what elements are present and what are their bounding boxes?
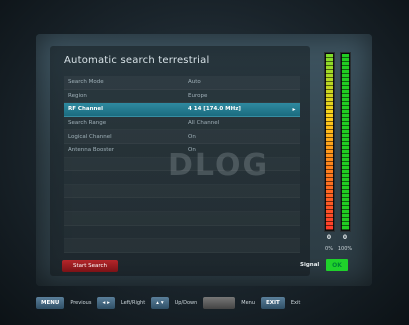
strength-value: 0 — [326, 234, 332, 241]
left-right-key-button[interactable]: ◂ ▸ — [97, 297, 115, 309]
up-down-key-button[interactable]: ▴ ▾ — [151, 297, 169, 309]
menu-row-search-mode[interactable]: Search Mode Auto — [64, 76, 300, 90]
empty-row — [64, 211, 300, 226]
menu-label: Search Mode — [68, 79, 104, 86]
key-label: Menu — [241, 300, 256, 306]
menu-value: All Channel — [188, 120, 220, 127]
menu-row-rf-channel[interactable]: RF Channel 4 14 [174.0 MHz] ▸ — [64, 103, 300, 117]
menu-key-button[interactable]: MENU — [36, 297, 65, 309]
menu-value: 4 14 [174.0 MHz] — [188, 106, 241, 113]
empty-row — [64, 239, 300, 253]
page-title: Automatic search terrestrial — [64, 55, 210, 66]
exit-key-button[interactable]: EXIT — [261, 297, 285, 309]
menu-value: Europe — [188, 92, 208, 99]
menu-icon-key-button[interactable] — [203, 297, 236, 309]
menu-value: On — [188, 133, 196, 140]
menu-label: Search Range — [68, 120, 107, 127]
meter-segments — [341, 53, 350, 231]
menu-label: RF Channel — [68, 106, 104, 113]
signal-quality-meter — [340, 52, 351, 232]
menu-row-search-range[interactable]: Search Range All Channel — [64, 117, 300, 131]
key-label: Previous — [70, 300, 92, 306]
signal-strength-meter — [324, 52, 335, 232]
signal-label: Signal — [300, 262, 320, 268]
meter-segments — [325, 53, 334, 231]
menu-row-logical-channel[interactable]: Logical Channel On — [64, 130, 300, 144]
quality-percent: 100% — [337, 246, 353, 252]
empty-row — [64, 198, 300, 212]
empty-row — [64, 226, 300, 240]
quality-value: 0 — [342, 234, 348, 241]
signal-status-badge: OK — [326, 259, 348, 271]
key-label: Up/Down — [174, 300, 198, 306]
menu-row-region[interactable]: Region Europe — [64, 90, 300, 104]
brand-watermark: DLOG — [168, 148, 270, 183]
start-search-button[interactable]: Start Search — [62, 260, 118, 272]
menu-value: Auto — [188, 79, 201, 86]
chevron-right-icon[interactable]: ▸ — [288, 106, 300, 113]
menu-label: Region — [68, 92, 87, 99]
key-label: Left/Right — [120, 300, 146, 306]
key-label: Exit — [290, 300, 301, 306]
footer-keybar: MENU Previous ◂ ▸ Left/Right ▴ ▾ Up/Down… — [36, 292, 372, 314]
empty-row — [64, 184, 300, 199]
menu-label: Logical Channel — [68, 133, 112, 140]
